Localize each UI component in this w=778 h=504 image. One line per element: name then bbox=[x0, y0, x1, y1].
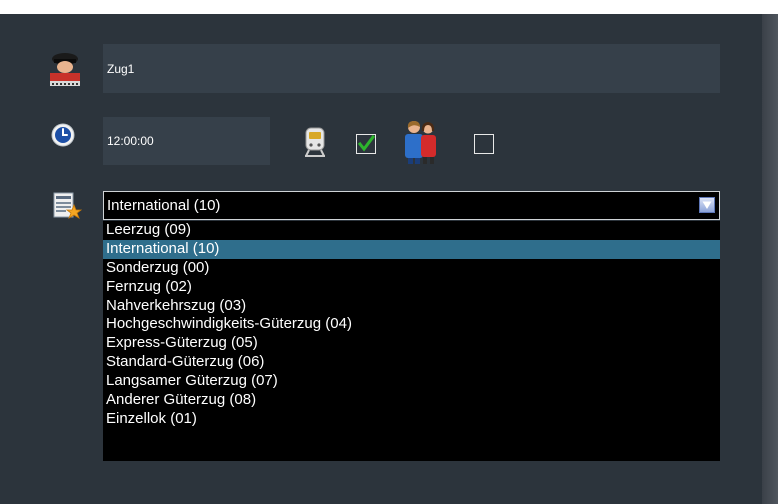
train-category-selected-value: International (10) bbox=[107, 197, 221, 214]
dropdown-option[interactable]: Anderer Güterzug (08) bbox=[103, 391, 720, 410]
category-settings-icon bbox=[53, 192, 82, 219]
dropdown-option[interactable]: Leerzug (09) bbox=[103, 221, 720, 240]
train-name-field[interactable]: Zug1 bbox=[103, 44, 720, 93]
dropdown-arrow-icon[interactable] bbox=[699, 197, 715, 213]
passengers-checkbox[interactable] bbox=[474, 134, 494, 154]
dropdown-option[interactable]: Nahverkehrszug (03) bbox=[103, 297, 720, 316]
dropdown-option[interactable]: Standard-Güterzug (06) bbox=[103, 353, 720, 372]
dropdown-option-selected[interactable]: International (10) bbox=[103, 239, 720, 259]
dropdown-option[interactable]: Langsamer Güterzug (07) bbox=[103, 372, 720, 391]
train-category-dropdown-list: Leerzug (09) International (10) Sonderzu… bbox=[103, 221, 720, 461]
vehicle-checkbox[interactable] bbox=[356, 134, 376, 154]
window-top-bar bbox=[0, 0, 778, 14]
train-name-value: Zug1 bbox=[107, 61, 135, 76]
dropdown-option[interactable]: Express-Güterzug (05) bbox=[103, 334, 720, 353]
dropdown-option[interactable]: Einzellok (01) bbox=[103, 410, 720, 429]
departure-time-field[interactable]: 12:00:00 bbox=[103, 117, 270, 165]
window-right-edge bbox=[762, 14, 778, 504]
dropdown-option[interactable]: Fernzug (02) bbox=[103, 278, 720, 297]
passengers-icon bbox=[405, 121, 436, 164]
dropdown-option[interactable]: Sonderzug (00) bbox=[103, 259, 720, 278]
clock-icon bbox=[51, 123, 75, 147]
train-front-icon bbox=[305, 127, 325, 157]
train-category-select[interactable]: International (10) bbox=[103, 191, 720, 220]
check-mark-icon bbox=[357, 134, 375, 151]
dropdown-option[interactable]: Hochgeschwindigkeits-Güterzug (04) bbox=[103, 315, 720, 334]
train-driver-icon bbox=[50, 53, 80, 86]
departure-time-value: 12:00:00 bbox=[107, 134, 154, 148]
